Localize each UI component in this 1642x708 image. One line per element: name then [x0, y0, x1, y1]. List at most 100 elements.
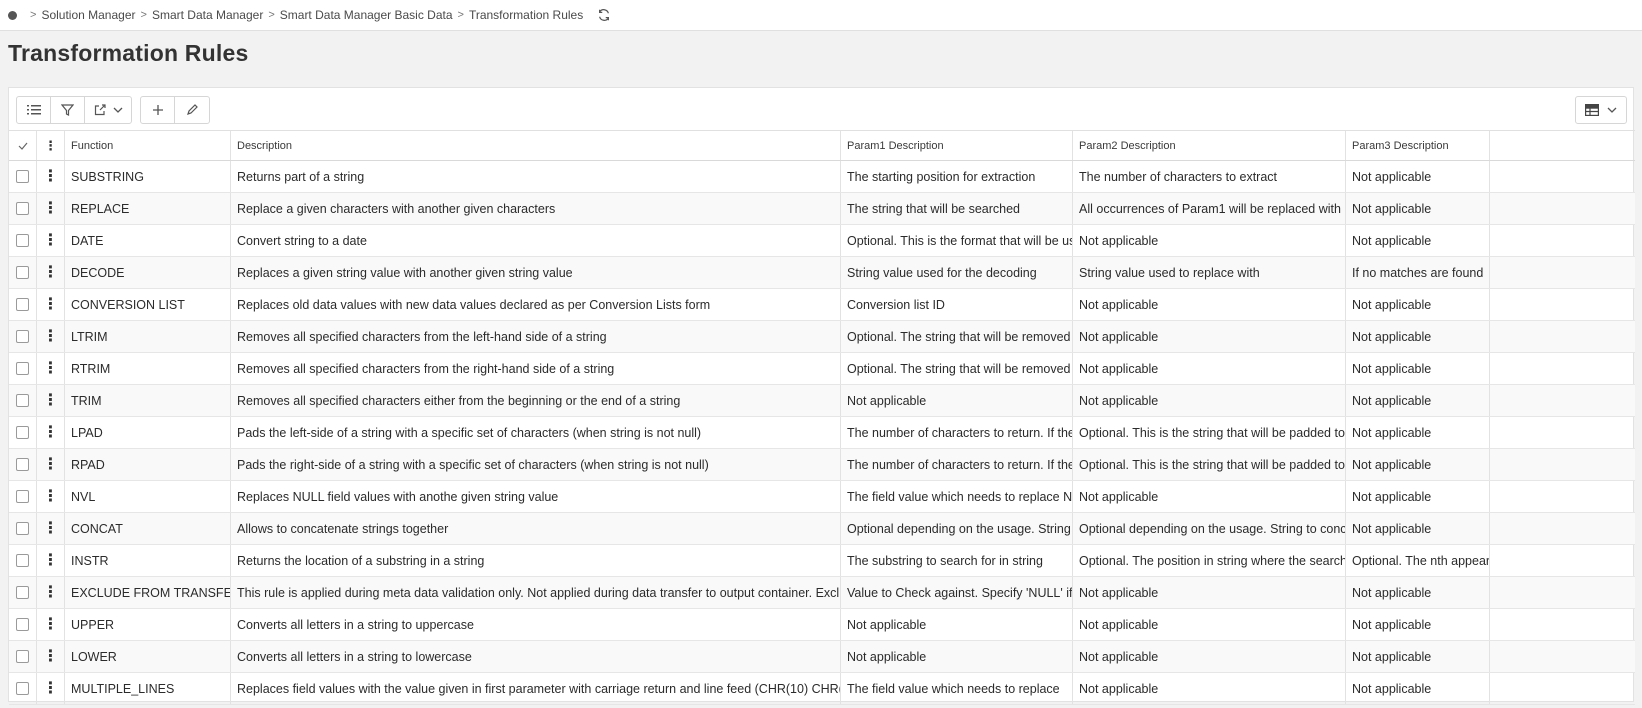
table-row[interactable]: ⋮ INSTR Returns the location of a substrin… — [9, 545, 1635, 577]
row-menu-icon[interactable]: ⋮ — [37, 513, 65, 544]
row-menu-icon[interactable]: ⋮ — [37, 609, 65, 640]
checkbox-box[interactable] — [16, 490, 29, 503]
row-checkbox[interactable] — [9, 577, 37, 608]
kebab-icon[interactable]: ⋮ — [43, 296, 59, 313]
row-menu-icon[interactable]: ⋮ — [37, 577, 65, 608]
kebab-icon[interactable]: ⋮ — [43, 328, 59, 345]
checkbox-box[interactable] — [16, 170, 29, 183]
table-view-button[interactable] — [1576, 97, 1626, 123]
kebab-icon[interactable]: ⋮ — [43, 392, 59, 409]
row-menu-icon[interactable]: ⋮ — [37, 385, 65, 416]
column-header-function[interactable]: Function — [65, 131, 231, 160]
row-checkbox[interactable] — [9, 481, 37, 512]
kebab-icon[interactable]: ⋮ — [43, 616, 59, 633]
checkbox-box[interactable] — [16, 618, 29, 631]
kebab-icon[interactable]: ⋮ — [43, 456, 59, 473]
checkbox-box[interactable] — [16, 202, 29, 215]
checkbox-box[interactable] — [16, 426, 29, 439]
row-menu-icon[interactable]: ⋮ — [37, 321, 65, 352]
kebab-icon[interactable]: ⋮ — [43, 264, 59, 281]
row-checkbox[interactable] — [9, 673, 37, 704]
add-button[interactable] — [141, 97, 175, 123]
column-header-description[interactable]: Description — [231, 131, 841, 160]
kebab-icon[interactable]: ⋮ — [43, 648, 59, 665]
row-menu-icon[interactable]: ⋮ — [37, 641, 65, 672]
column-header-param2[interactable]: Param2 Description — [1073, 131, 1346, 160]
table-row[interactable]: ⋮ RTRIM Removes all specified characters f… — [9, 353, 1635, 385]
row-menu-icon[interactable]: ⋮ — [37, 449, 65, 480]
row-menu-icon[interactable]: ⋮ — [37, 481, 65, 512]
kebab-icon[interactable]: ⋮ — [43, 168, 59, 185]
checkbox-box[interactable] — [16, 330, 29, 343]
table-row[interactable]: ⋮ TRIM Removes all specified characters ei… — [9, 385, 1635, 417]
kebab-icon[interactable]: ⋮ — [43, 232, 59, 249]
kebab-icon[interactable]: ⋮ — [43, 552, 59, 569]
column-header-param3[interactable]: Param3 Description — [1346, 131, 1490, 160]
filter-button[interactable] — [51, 97, 85, 123]
row-menu-icon[interactable]: ⋮ — [37, 289, 65, 320]
table-row[interactable]: ⋮ CONVERSION LIST Replaces old data values… — [9, 289, 1635, 321]
row-menu-icon[interactable]: ⋮ — [37, 193, 65, 224]
row-checkbox[interactable] — [9, 641, 37, 672]
checkbox-box[interactable] — [16, 458, 29, 471]
row-checkbox[interactable] — [9, 353, 37, 384]
edit-button[interactable] — [175, 97, 209, 123]
table-row[interactable]: ⋮ REPLACE Replace a given characters with … — [9, 193, 1635, 225]
row-checkbox[interactable] — [9, 449, 37, 480]
table-row[interactable]: ⋮ RPAD Pads the right-side of a string wit… — [9, 449, 1635, 481]
row-checkbox[interactable] — [9, 257, 37, 288]
kebab-icon[interactable]: ⋮ — [43, 200, 59, 217]
checkbox-box[interactable] — [16, 650, 29, 663]
row-checkbox[interactable] — [9, 161, 37, 192]
row-menu-icon[interactable]: ⋮ — [37, 257, 65, 288]
checkbox-box[interactable] — [16, 362, 29, 375]
kebab-icon[interactable]: ⋮ — [43, 680, 59, 697]
kebab-icon[interactable]: ⋮ — [43, 424, 59, 441]
breadcrumb-smart-data-manager[interactable]: Smart Data Manager — [152, 8, 263, 22]
checkbox-box[interactable] — [16, 554, 29, 567]
table-row[interactable]: ⋮ NVL Replaces NULL field values with anot… — [9, 481, 1635, 513]
row-menu-icon[interactable]: ⋮ — [37, 673, 65, 704]
kebab-icon[interactable]: ⋮ — [43, 360, 59, 377]
select-all-checkbox[interactable] — [9, 131, 37, 160]
refresh-icon[interactable] — [597, 8, 611, 22]
breadcrumb-basic-data[interactable]: Smart Data Manager Basic Data — [280, 8, 453, 22]
table-row[interactable]: ⋮ LOWER Converts all letters in a string t… — [9, 641, 1635, 673]
table-row[interactable]: ⋮ DATE Convert string to a date Optional. T… — [9, 225, 1635, 257]
table-row[interactable]: ⋮ LTRIM Removes all specified characters f… — [9, 321, 1635, 353]
row-checkbox[interactable] — [9, 545, 37, 576]
home-icon[interactable] — [8, 10, 17, 20]
checkbox-box[interactable] — [16, 234, 29, 247]
checkbox-box[interactable] — [16, 298, 29, 311]
row-menu-icon[interactable]: ⋮ — [37, 161, 65, 192]
row-menu-icon[interactable]: ⋮ — [37, 225, 65, 256]
kebab-icon[interactable]: ⋮ — [43, 520, 59, 537]
checkbox-box[interactable] — [16, 522, 29, 535]
table-row[interactable]: ⋮ EXCLUDE FROM TRANSFER This rule is appli… — [9, 577, 1635, 609]
row-menu-icon[interactable]: ⋮ — [37, 353, 65, 384]
row-menu-icon[interactable]: ⋮ — [37, 417, 65, 448]
column-header-param1[interactable]: Param1 Description — [841, 131, 1073, 160]
checkbox-box[interactable] — [16, 266, 29, 279]
row-checkbox[interactable] — [9, 385, 37, 416]
table-row[interactable]: ⋮ SUBSTRING Returns part of a string The st… — [9, 161, 1635, 193]
row-checkbox[interactable] — [9, 513, 37, 544]
row-checkbox[interactable] — [9, 321, 37, 352]
row-checkbox[interactable] — [9, 417, 37, 448]
table-row[interactable]: ⋮ DECODE Replaces a given string value wit… — [9, 257, 1635, 289]
checkbox-box[interactable] — [16, 586, 29, 599]
row-checkbox[interactable] — [9, 225, 37, 256]
export-dropdown-button[interactable] — [85, 97, 131, 123]
breadcrumb-solution-manager[interactable]: Solution Manager — [41, 8, 135, 22]
checkbox-box[interactable] — [16, 682, 29, 695]
kebab-icon[interactable]: ⋮ — [43, 584, 59, 601]
row-checkbox[interactable] — [9, 193, 37, 224]
row-checkbox[interactable] — [9, 609, 37, 640]
row-menu-icon[interactable]: ⋮ — [37, 545, 65, 576]
table-row[interactable]: ⋮ UPPER Converts all letters in a string t… — [9, 609, 1635, 641]
header-menu-icon[interactable]: ⋮ — [37, 131, 65, 160]
table-row[interactable]: ⋮ MULTIPLE_LINES Replaces field values wit… — [9, 673, 1635, 705]
table-row[interactable]: ⋮ CONCAT Allows to concatenate strings tog… — [9, 513, 1635, 545]
kebab-icon[interactable]: ⋮ — [43, 488, 59, 505]
table-row[interactable]: ⋮ LPAD Pads the left-side of a string with… — [9, 417, 1635, 449]
